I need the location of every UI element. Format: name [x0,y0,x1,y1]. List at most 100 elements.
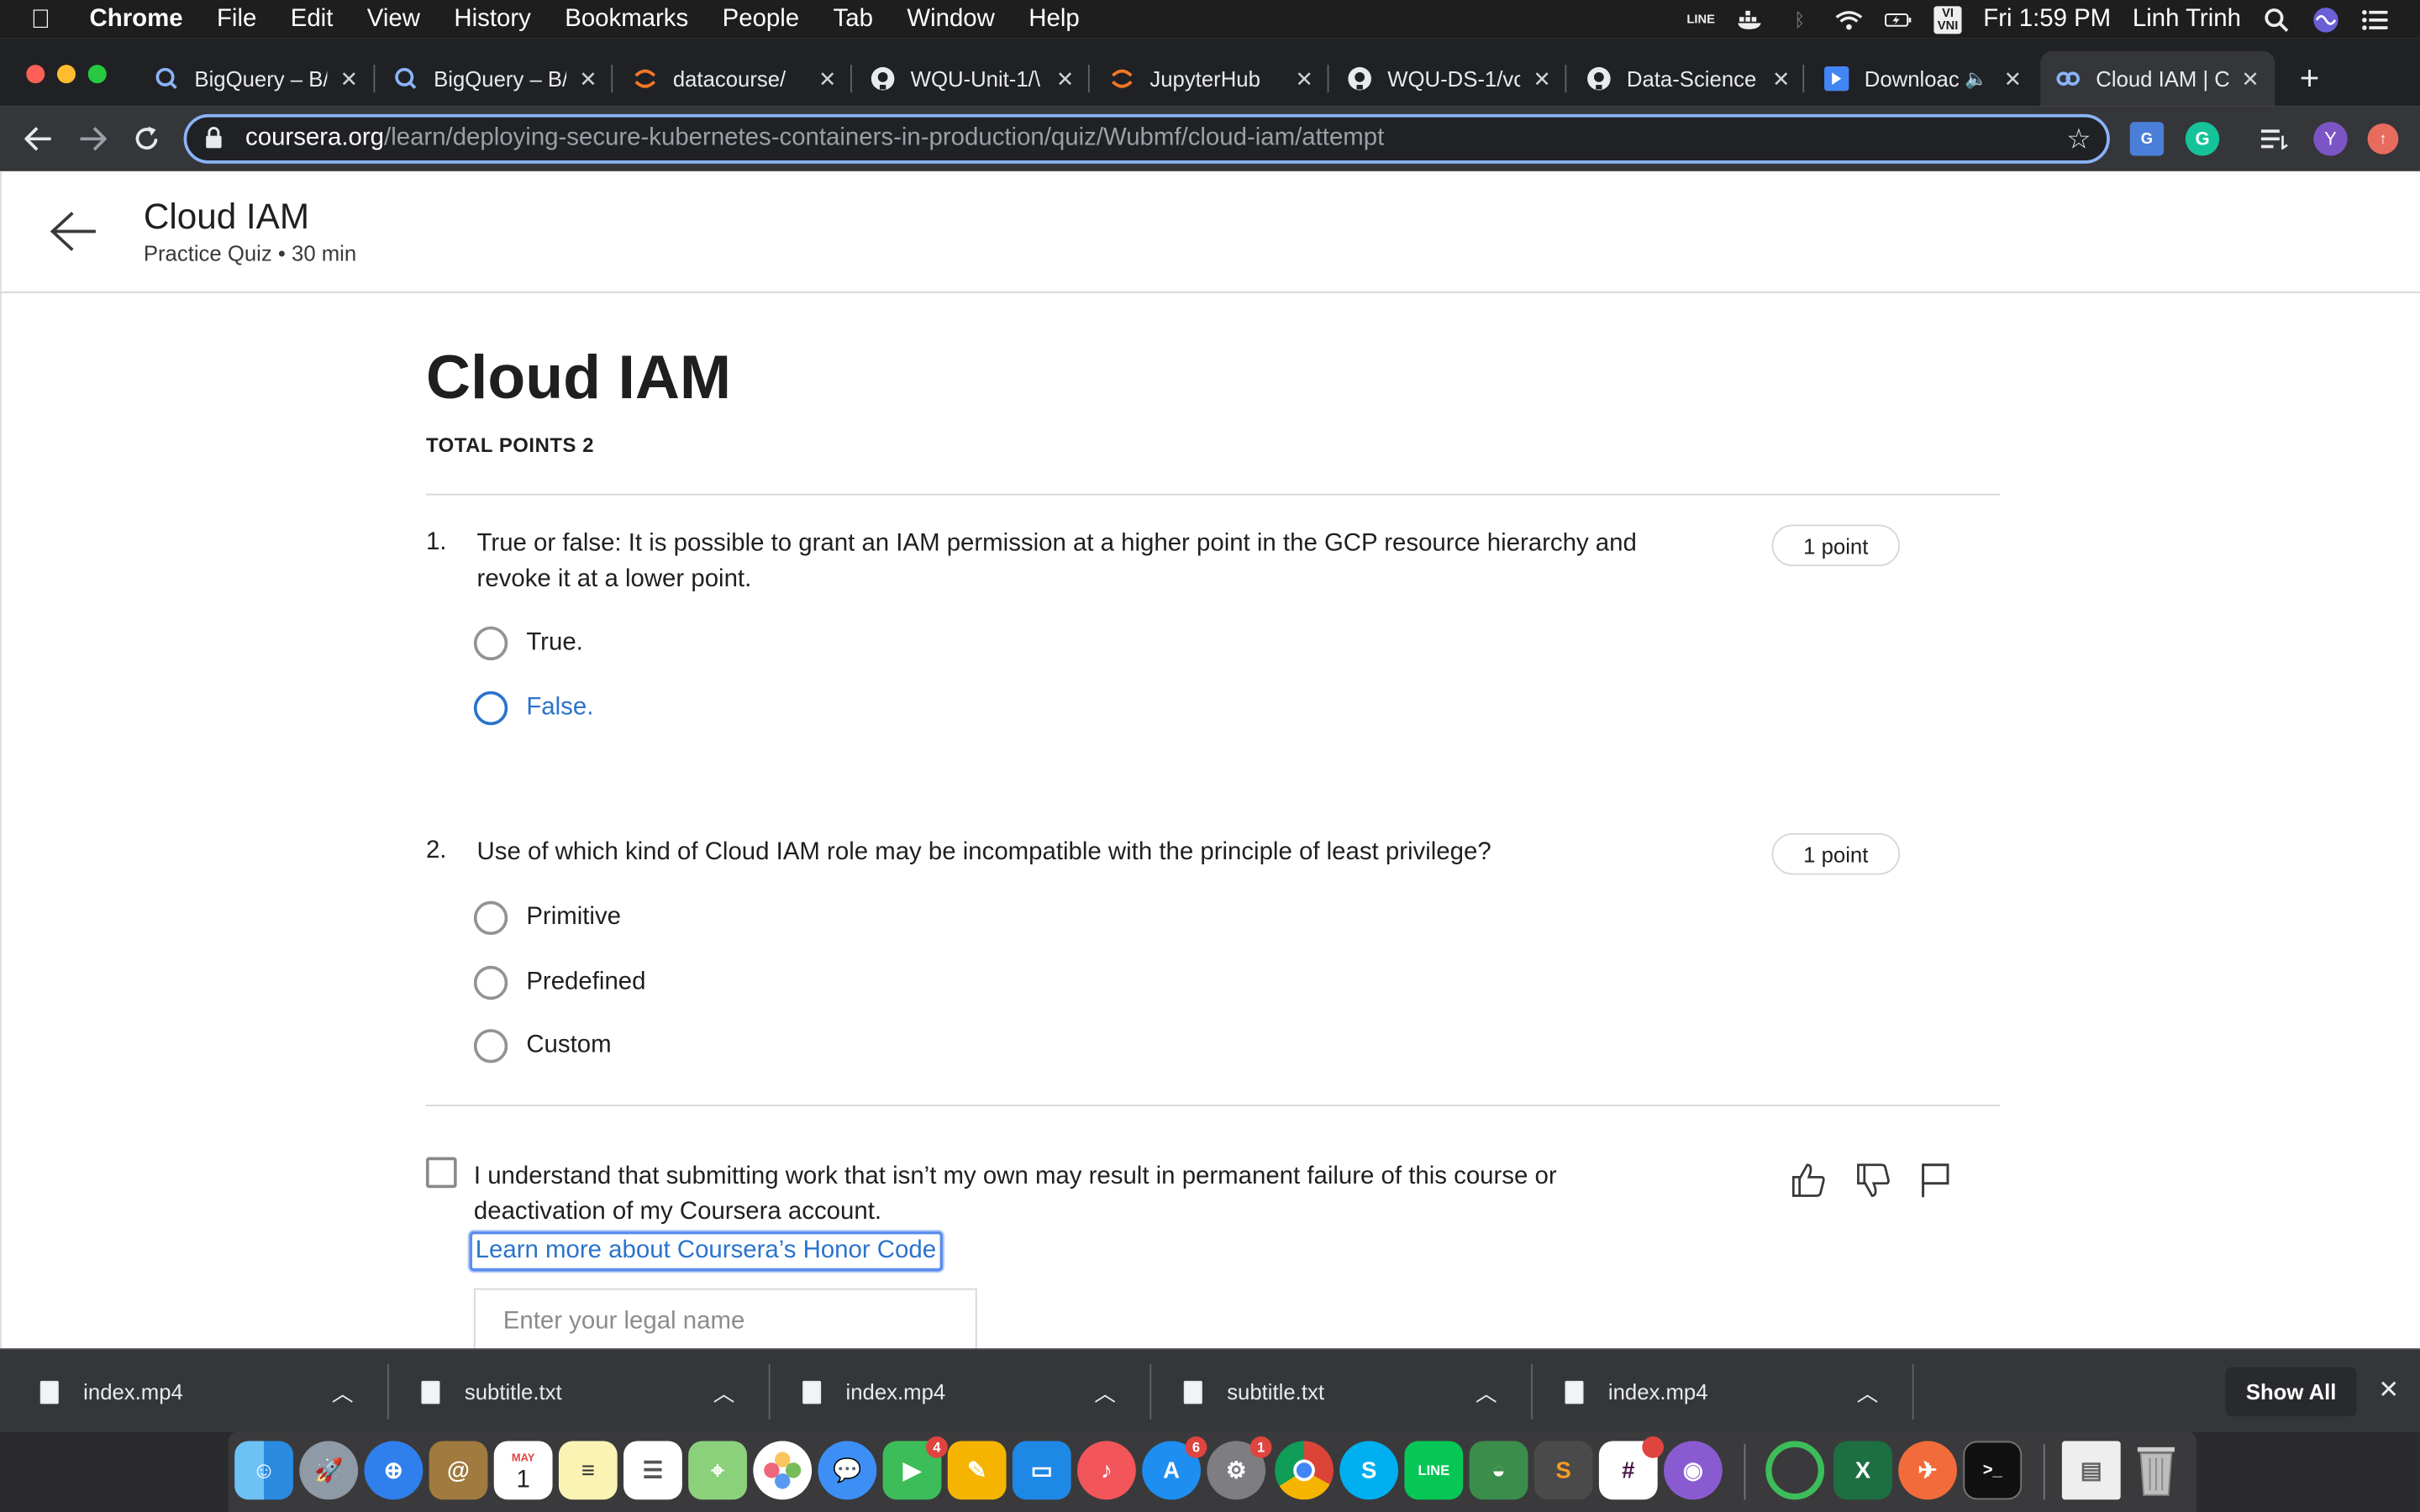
minimize-window-button[interactable] [56,65,76,84]
app-store-icon[interactable]: A 6 [1142,1436,1207,1500]
tab-wqu-unit[interactable]: WQU-Unit-1/\ ✕ [855,51,1090,107]
chrome-icon[interactable] [1275,1441,1334,1500]
skype-icon[interactable]: S [1339,1441,1399,1500]
download-item[interactable]: subtitle.txt ︿ [381,1350,763,1433]
back-arrow-icon[interactable] [48,205,100,257]
question-1-option-false[interactable]: False. [473,690,593,727]
facetime-icon[interactable]: ▶ 4 [882,1436,948,1500]
bookmark-star-icon[interactable]: ☆ [2066,123,2091,155]
download-item[interactable]: index.mp4 ︿ [0,1350,381,1433]
download-item[interactable]: index.mp4 ︿ [1525,1350,1907,1433]
lock-icon[interactable] [205,126,227,152]
tab-bigquery-2[interactable]: BigQuery – B/ ✕ [378,51,613,107]
menu-history[interactable]: History [454,5,530,33]
menu-window[interactable]: Window [907,5,995,33]
menu-help[interactable]: Help [1028,5,1079,33]
honor-code-checkbox[interactable] [425,1157,457,1189]
safari-icon[interactable]: ⊕ [364,1441,424,1500]
sublime-text-icon[interactable]: S [1534,1441,1593,1500]
download-item[interactable]: index.mp4 ︿ [762,1350,1144,1433]
trash-icon[interactable] [2127,1441,2186,1500]
user-name[interactable]: Linh Trinh [2133,5,2241,33]
tab-cloud-iam[interactable]: Cloud IAM | C ✕ [2040,50,2275,107]
tab-close-icon[interactable]: ✕ [1296,66,1314,92]
itunes-icon[interactable]: ♪ [1077,1441,1136,1500]
close-download-shelf-icon[interactable]: ✕ [2378,1375,2399,1406]
chevron-up-icon[interactable]: ︿ [1857,1378,1879,1409]
finder-icon[interactable]: ☺ [234,1441,293,1500]
pages-icon[interactable]: ✎ [947,1441,1007,1500]
menu-people[interactable]: People [723,5,800,33]
docker-icon[interactable] [1736,8,1764,30]
bluetooth-icon[interactable]: ᛒ [1786,8,1813,30]
terminal-icon[interactable]: >_ [1963,1441,2023,1500]
keynote-icon[interactable]: ▭ [1012,1441,1071,1500]
turtle-app-icon[interactable]: ◒ [1469,1441,1528,1500]
grammarly-extension-icon[interactable]: G [2185,122,2220,156]
new-tab-button[interactable]: + [2300,59,2320,99]
launchpad-icon[interactable]: 🚀 [299,1441,359,1500]
back-button[interactable] [20,120,57,157]
activity-ring-icon[interactable] [1765,1441,1825,1500]
tab-close-icon[interactable]: ✕ [1772,66,1791,92]
chevron-up-icon[interactable]: ︿ [713,1378,735,1409]
line-app-icon[interactable]: LINE [1404,1441,1464,1500]
battery-icon[interactable] [1885,8,1912,30]
legal-name-input[interactable] [473,1288,977,1357]
download-item[interactable]: subtitle.txt ︿ [1144,1350,1525,1433]
chevron-up-icon[interactable]: ︿ [332,1378,354,1409]
photos-icon[interactable] [753,1441,813,1500]
notification-center-icon[interactable] [2361,8,2389,30]
thumbs-down-icon[interactable] [1854,1160,1894,1200]
tab-close-icon[interactable]: ✕ [1056,66,1075,92]
tab-bigquery-1[interactable]: BigQuery – B/ ✕ [139,51,373,107]
slack-icon[interactable]: # [1598,1436,1665,1500]
chevron-up-icon[interactable]: ︿ [1094,1378,1116,1409]
notes-icon[interactable]: ≡ [558,1441,618,1500]
radio-button[interactable] [473,965,508,1000]
downloads-stack-icon[interactable]: ▤ [2061,1441,2121,1500]
thumbs-up-icon[interactable] [1789,1160,1829,1200]
menu-bookmarks[interactable]: Bookmarks [565,5,688,33]
show-all-downloads-button[interactable]: Show All [2225,1367,2357,1417]
profile-avatar[interactable]: Y [2313,122,2348,156]
radio-button[interactable] [473,690,508,726]
reading-list-icon[interactable] [2258,122,2291,155]
tab-jupyterhub[interactable]: JupyterHub ✕ [1094,51,1328,107]
menu-edit[interactable]: Edit [291,5,334,33]
calendar-icon[interactable]: MAY 1 [493,1441,553,1500]
apple-menu-icon[interactable]:  [31,4,65,35]
zoom-window-button[interactable] [87,65,107,84]
line-status-icon[interactable]: LINE [1686,8,1714,30]
contacts-icon[interactable]: @ [429,1441,488,1500]
reminders-icon[interactable]: ☰ [623,1441,682,1500]
google-translate-extension-icon[interactable]: G [2129,122,2165,156]
menu-app-name[interactable]: Chrome [90,5,183,33]
radio-button[interactable] [473,1029,508,1063]
menu-view[interactable]: View [367,5,420,33]
forward-button[interactable] [74,120,111,157]
tab-close-icon[interactable]: ✕ [1533,66,1551,92]
tab-close-icon[interactable]: ✕ [340,66,359,92]
update-icon[interactable]: ↑ [2367,123,2399,155]
menu-tab[interactable]: Tab [834,5,873,33]
wifi-icon[interactable] [1835,8,1863,30]
audio-playing-icon[interactable]: 🔈 [1965,68,1987,90]
siri-icon[interactable] [2312,7,2339,32]
tab-data-science[interactable]: Data-Science ✕ [1571,51,1806,107]
input-source-icon[interactable]: VI VNI [1933,5,1962,34]
radio-button[interactable] [473,900,508,936]
tab-close-icon[interactable]: ✕ [579,66,597,92]
system-preferences-icon[interactable]: ⚙ 1 [1207,1436,1272,1500]
honor-code-link[interactable]: Learn more about Coursera’s Honor Code [467,1229,944,1273]
chevron-up-icon[interactable]: ︿ [1476,1378,1497,1409]
messages-icon[interactable]: 💬 [818,1441,877,1500]
question-2-option-custom[interactable]: Custom [473,1027,612,1064]
address-bar[interactable]: coursera.org /learn/deploying-secure-kub… [183,113,2110,164]
question-2-option-predefined[interactable]: Predefined [473,964,645,1001]
github-desktop-icon[interactable]: ◉ [1664,1441,1723,1500]
close-window-button[interactable] [26,65,45,84]
reload-button[interactable] [128,120,165,157]
tab-wqu-ds[interactable]: WQU-DS-1/vc ✕ [1332,51,1566,107]
tab-download[interactable]: Downloac 🔈 ✕ [1809,51,2038,107]
